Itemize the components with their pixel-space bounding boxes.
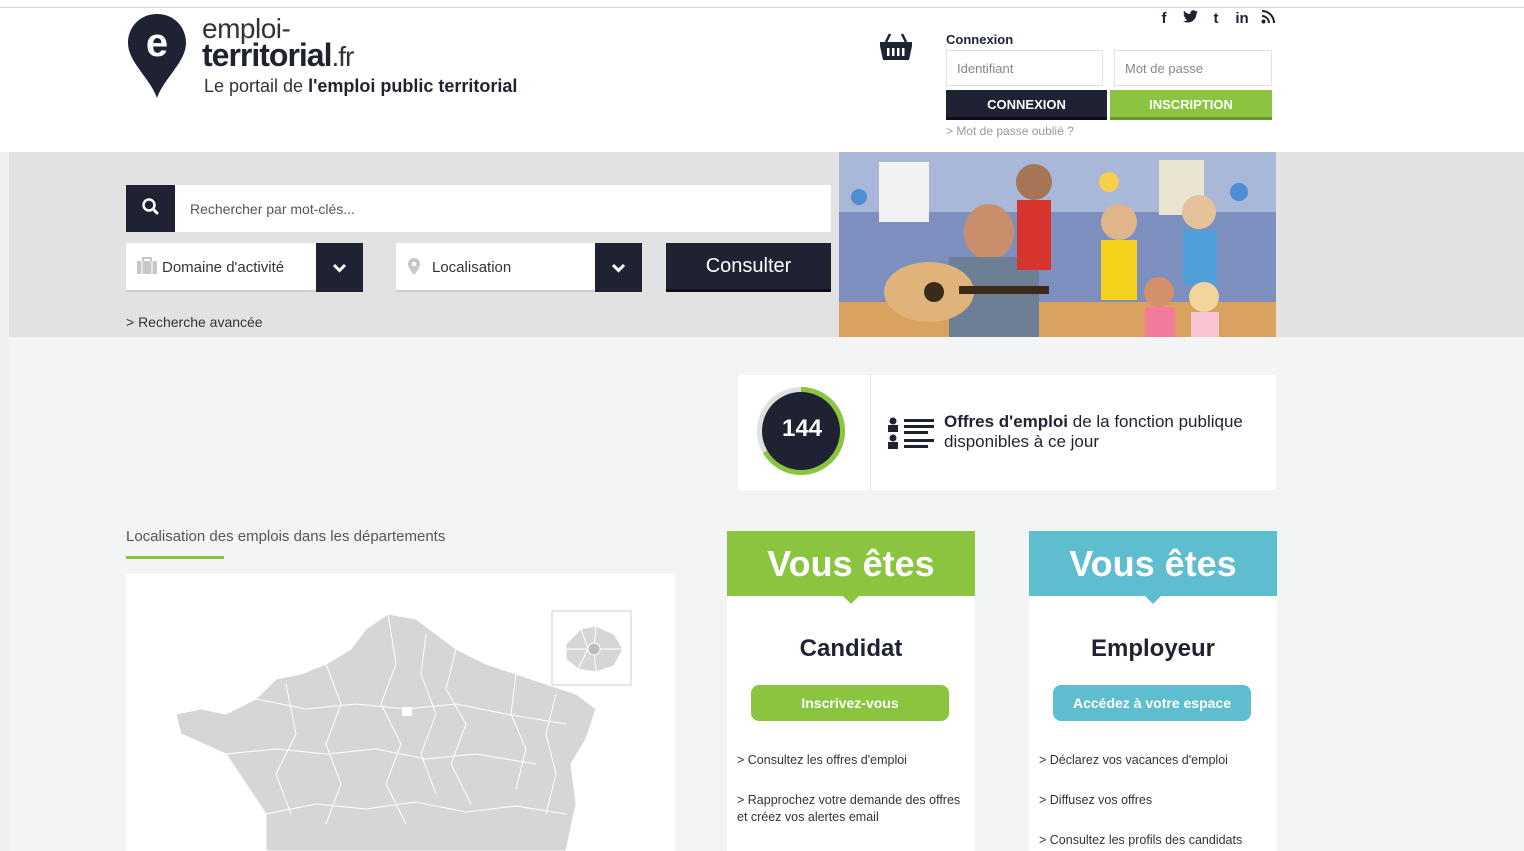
offers-text-line2: disponibles à ce jour bbox=[944, 432, 1099, 451]
france-departments-map[interactable] bbox=[126, 574, 675, 851]
rss-icon[interactable] bbox=[1260, 10, 1276, 28]
job-list-icon bbox=[888, 417, 934, 449]
search-button[interactable] bbox=[126, 185, 175, 232]
offers-count: 144 bbox=[781, 415, 823, 442]
inscription-button[interactable]: INSCRIPTION bbox=[1110, 90, 1272, 120]
candidate-card: Vous êtes Candidat Inscrivez-vous > Cons… bbox=[727, 531, 975, 851]
map-title-underline bbox=[126, 556, 224, 559]
candidate-card-notch bbox=[842, 595, 860, 604]
map-title: Localisation des emplois dans les départ… bbox=[126, 528, 446, 545]
employer-link-publish[interactable]: > Diffusez vos offres bbox=[1039, 792, 1269, 809]
counter-divider bbox=[870, 375, 871, 490]
tumblr-icon[interactable]: t bbox=[1208, 10, 1224, 28]
location-select-arrow[interactable] bbox=[595, 243, 642, 292]
employer-card-header: Vous êtes bbox=[1029, 531, 1277, 596]
employer-link-profiles[interactable]: > Consultez les profils des candidats bbox=[1039, 832, 1269, 849]
employer-card-notch bbox=[1144, 595, 1162, 604]
username-input[interactable]: Identifiant bbox=[946, 50, 1103, 86]
tagline-bold: l'emploi public territorial bbox=[308, 76, 518, 96]
employer-link-declare[interactable]: > Déclarez vos vacances d'emploi bbox=[1039, 752, 1269, 769]
domain-select[interactable]: Domaine d'activité bbox=[126, 243, 363, 292]
location-pin-icon bbox=[408, 258, 420, 275]
chevron-down-icon bbox=[332, 263, 347, 273]
password-input[interactable]: Mot de passe bbox=[1114, 50, 1272, 86]
logo-brand-name: territorial bbox=[202, 37, 332, 73]
offers-description[interactable]: Offres d'emploi de la fonction publique … bbox=[944, 412, 1264, 452]
offers-text-line1: de la fonction publique bbox=[1068, 412, 1243, 431]
domain-select-arrow[interactable] bbox=[316, 243, 363, 292]
candidate-signup-button[interactable]: Inscrivez-vous bbox=[751, 685, 949, 721]
offers-text-bold: Offres d'emploi bbox=[944, 412, 1069, 431]
location-select[interactable]: Localisation bbox=[396, 243, 642, 292]
logo-pin-icon[interactable]: e bbox=[126, 12, 188, 100]
connexion-button[interactable]: CONNEXION bbox=[946, 90, 1107, 120]
hero-photo bbox=[839, 152, 1276, 337]
briefcase-icon bbox=[137, 257, 157, 274]
search-icon bbox=[142, 198, 159, 215]
location-select-label: Localisation bbox=[432, 259, 512, 276]
tagline-prefix: Le portail de bbox=[204, 76, 309, 96]
candidate-card-title: Candidat bbox=[799, 635, 903, 662]
facebook-icon[interactable]: f bbox=[1156, 10, 1172, 28]
search-input[interactable]: Rechercher par mot-clés... bbox=[190, 201, 355, 217]
consulter-button[interactable]: Consulter bbox=[666, 243, 831, 292]
login-title: Connexion bbox=[946, 32, 1014, 47]
logo-brand[interactable]: territorial.fr bbox=[202, 37, 354, 74]
svg-text:e: e bbox=[146, 21, 168, 65]
employer-card: Vous êtes Employeur Accédez à votre espa… bbox=[1029, 531, 1277, 851]
chevron-down-icon bbox=[611, 263, 626, 273]
candidate-link-alerts[interactable]: > Rapprochez votre demande des offres et… bbox=[737, 792, 967, 826]
employer-space-button[interactable]: Accédez à votre espace bbox=[1053, 685, 1251, 721]
logo-tld: .fr bbox=[331, 41, 354, 72]
advanced-search-link[interactable]: > Recherche avancée bbox=[126, 314, 263, 330]
candidate-card-header: Vous êtes bbox=[727, 531, 975, 596]
linkedin-icon[interactable]: in bbox=[1234, 10, 1250, 28]
tagline: Le portail de l'emploi public territoria… bbox=[204, 75, 517, 97]
employer-card-title: Employeur bbox=[1090, 635, 1216, 662]
forgot-password-link[interactable]: > Mot de passe oublié ? bbox=[946, 124, 1074, 138]
basket-icon[interactable] bbox=[878, 30, 914, 62]
domain-select-label: Domaine d'activité bbox=[162, 259, 285, 276]
candidate-link-offers[interactable]: > Consultez les offres d'emploi bbox=[737, 752, 967, 769]
social-links: f t in bbox=[1156, 10, 1276, 28]
twitter-icon[interactable] bbox=[1182, 10, 1198, 28]
